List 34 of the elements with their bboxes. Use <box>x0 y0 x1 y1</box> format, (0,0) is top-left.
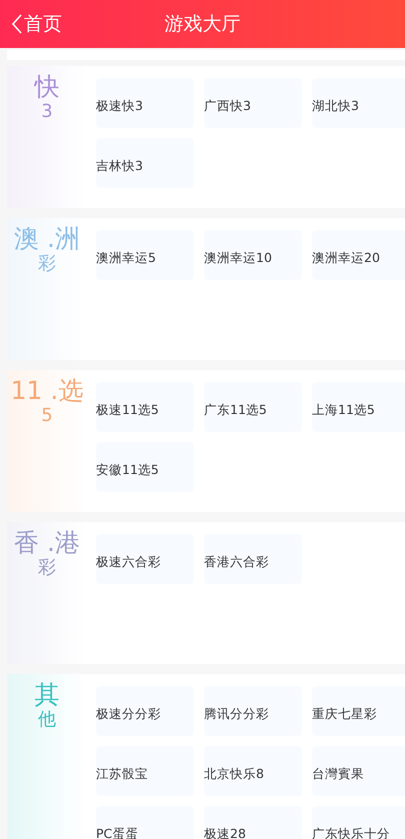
game-tile[interactable]: 江苏骰宝 <box>96 746 194 796</box>
category-title: 澳 .洲 <box>14 224 80 254</box>
category-title: 快 <box>34 72 60 102</box>
category-subtitle: 3 <box>41 102 53 122</box>
game-tile[interactable]: 极速六合彩 <box>96 534 194 584</box>
back-icon <box>12 14 22 34</box>
game-tile[interactable]: 北京快乐8 <box>204 746 302 796</box>
game-tile[interactable]: 极速快3 <box>96 78 194 128</box>
game-tile[interactable]: 广西快3 <box>204 78 302 128</box>
game-tile[interactable]: 腾讯分分彩 <box>204 686 302 736</box>
game-tile[interactable]: 重庆七星彩 <box>312 686 405 736</box>
game-tile[interactable]: 湖北快3 <box>312 78 405 128</box>
back-link[interactable]: 首页 <box>0 11 62 37</box>
game-tile[interactable]: 极速28 <box>204 806 302 839</box>
category-subtitle: 彩 <box>38 558 56 578</box>
game-tile[interactable]: 安徽11选5 <box>96 442 194 492</box>
game-tile[interactable]: 广东快乐十分 <box>312 806 405 839</box>
game-tile[interactable]: 吉林快3 <box>96 138 194 188</box>
game-tile[interactable]: 上海11选5 <box>312 382 405 432</box>
category-title: 香 .港 <box>14 528 80 558</box>
game-tile[interactable]: 澳洲幸运20 <box>312 230 405 280</box>
game-tile[interactable]: 澳洲幸运10 <box>204 230 302 280</box>
game-tile[interactable]: 极速分分彩 <box>96 686 194 736</box>
game-tile[interactable]: 香港六合彩 <box>204 534 302 584</box>
game-tile[interactable]: 澳洲幸运5 <box>96 230 194 280</box>
game-tile[interactable]: 台灣賓果 <box>312 746 405 796</box>
category-subtitle: 他 <box>38 710 56 730</box>
page-title: 游戏大厅 <box>164 12 240 37</box>
category-title: 其 <box>34 680 60 710</box>
game-tile[interactable]: 极速11选5 <box>96 382 194 432</box>
game-tile[interactable]: 广东11选5 <box>204 382 302 432</box>
category-subtitle: 5 <box>41 406 53 426</box>
category-title: 11 .选 <box>10 376 84 406</box>
category-subtitle: 彩 <box>38 254 56 274</box>
